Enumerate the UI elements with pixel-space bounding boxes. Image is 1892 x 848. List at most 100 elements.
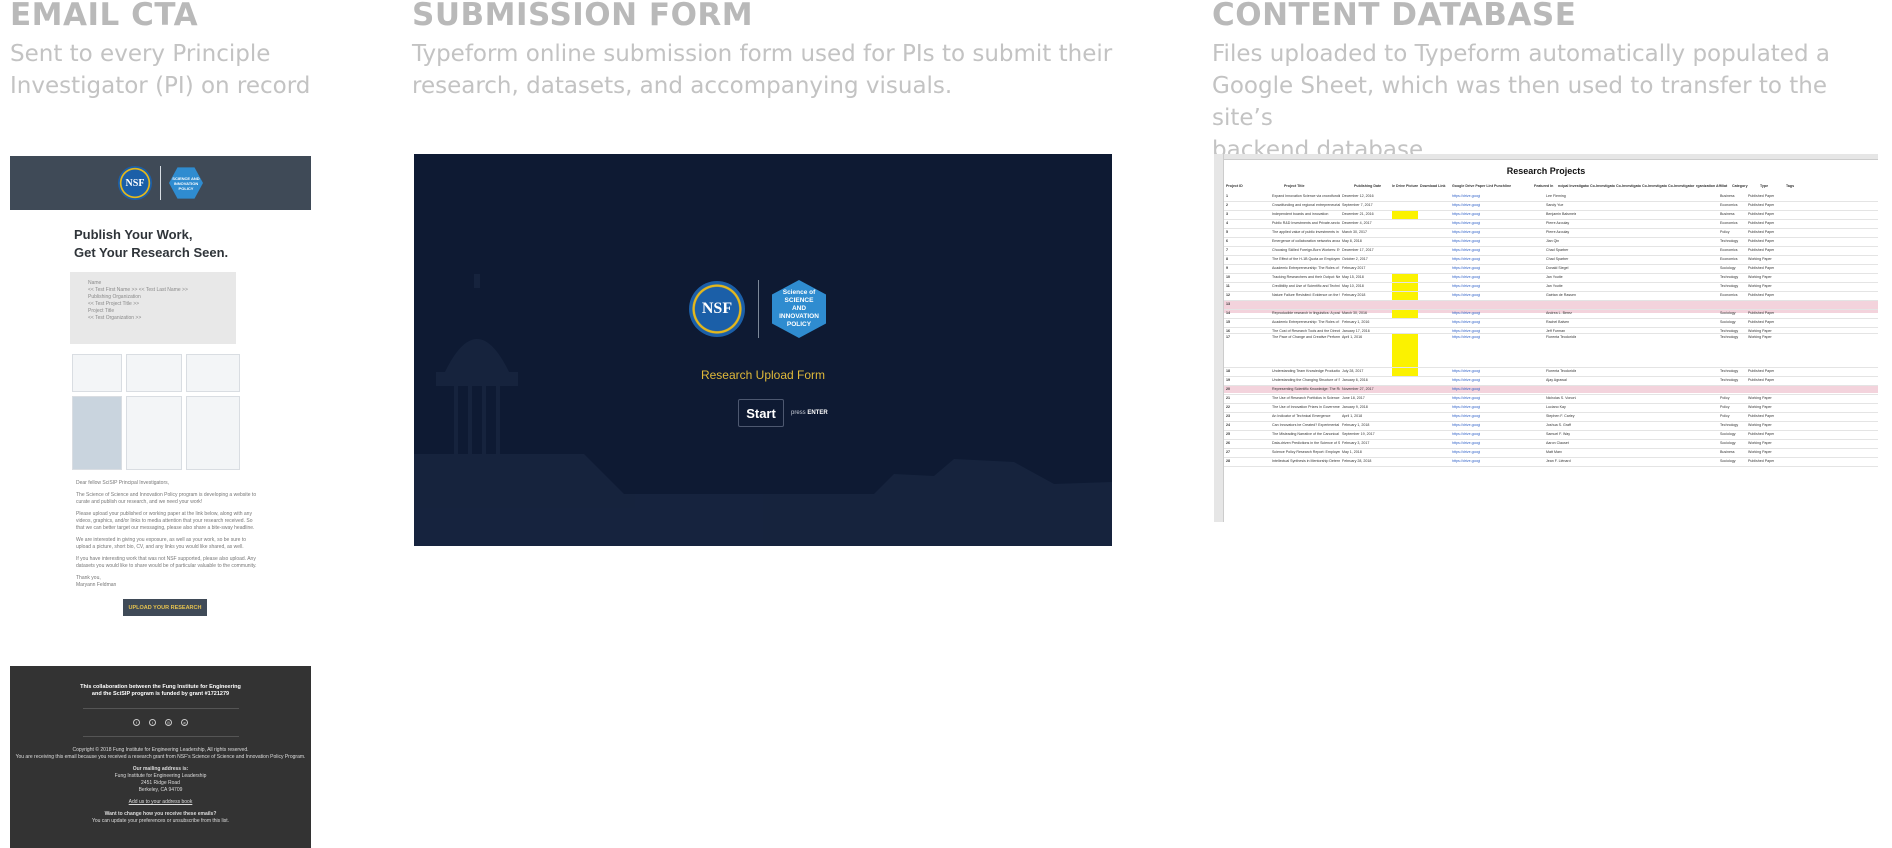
cell-category: Economics	[1720, 248, 1738, 252]
cell-id: 24	[1226, 423, 1230, 427]
address-book-link[interactable]: Add us to your address book	[10, 799, 311, 806]
email-header-bar: NSF SCIENCE AND INNOVATION POLICY	[10, 156, 311, 210]
cell-drive-link[interactable]: https://drive.google.com	[1452, 450, 1480, 454]
row-header-bar	[1214, 154, 1224, 522]
cell-title: Independent boards and innovation	[1272, 212, 1329, 216]
cell-id: 13	[1226, 302, 1230, 306]
cell-drive-link[interactable]: https://drive.google.com	[1452, 221, 1480, 225]
cell-id: 2	[1226, 203, 1228, 207]
cell-category: Technology	[1720, 275, 1739, 279]
cell-date: December 21, 2016	[1342, 212, 1374, 216]
cell-pi: Luciano Kay	[1546, 405, 1566, 409]
cell-drive-link[interactable]: https://drive.google.com	[1452, 320, 1480, 324]
cell-drive-link[interactable]: https://drive.google.com	[1452, 257, 1480, 261]
database-description: Files uploaded to Typeform automatically…	[1212, 41, 1830, 163]
cell-date: September 7, 2017	[1342, 203, 1373, 207]
start-button[interactable]: Start	[738, 399, 784, 427]
cell-category: Sociology	[1720, 459, 1736, 463]
cell-drive-link[interactable]: https://drive.google.com	[1452, 387, 1480, 391]
sheet-column-header: Project ID	[1226, 184, 1243, 188]
cell-category: Sociology	[1720, 441, 1736, 445]
cell-drive-link[interactable]: https://drive.google.com	[1452, 239, 1480, 243]
cell-pi: Sandy Yue	[1546, 203, 1564, 207]
email-preview: NSF SCIENCE AND INNOVATION POLICY Publis…	[10, 156, 311, 848]
cell-pi: Stephen F. Carley	[1546, 414, 1575, 418]
cell-drive-link[interactable]: https://drive.google.com	[1452, 335, 1480, 339]
cell-drive-link[interactable]: https://drive.google.com	[1452, 369, 1480, 373]
cell-drive-link[interactable]: https://drive.google.com	[1452, 212, 1480, 216]
cell-drive-link[interactable]: https://drive.google.com	[1452, 230, 1480, 234]
cell-drive-link[interactable]: https://drive.google.com	[1452, 423, 1480, 427]
row-gridline	[1224, 421, 1878, 422]
upload-research-button[interactable]: UPLOAD YOUR RESEARCH	[123, 599, 207, 616]
cell-category: Economics	[1720, 221, 1738, 225]
cell-drive-link[interactable]: https://drive.google.com	[1452, 405, 1480, 409]
cell-drive-link[interactable]: https://drive.google.com	[1452, 378, 1480, 382]
cell-drive-link[interactable]: https://drive.google.com	[1452, 275, 1480, 279]
cell-pi: Benjamin Balsmeier	[1546, 212, 1576, 216]
cell-drive-link[interactable]: https://drive.google.com	[1452, 459, 1480, 463]
cell-title: The applied value of public investments …	[1272, 230, 1340, 234]
website-icon[interactable]: ⌀	[181, 719, 188, 726]
cell-id: 14	[1226, 311, 1230, 315]
cell-drive-link[interactable]: https://drive.google.com	[1452, 284, 1480, 288]
database-column: CONTENT DATABASE Files uploaded to Typef…	[1212, 0, 1892, 166]
cell-id: 5	[1226, 230, 1228, 234]
cell-date: January 6, 2016	[1342, 378, 1368, 382]
cell-title: The Use of Research Portfolios in Scienc…	[1272, 396, 1340, 400]
cell-drive-link[interactable]: https://drive.google.com	[1452, 396, 1480, 400]
sheet-column-header: Featured In	[1534, 184, 1554, 188]
cell-title: Reproducible research in linguistics: A …	[1272, 311, 1340, 315]
cell-pi: Matt Marx	[1546, 450, 1562, 454]
cell-pi: Ajay Agrawal	[1546, 378, 1567, 382]
facebook-icon[interactable]: f	[133, 719, 140, 726]
cell-type: Published Paper	[1748, 459, 1774, 463]
cell-drive-link[interactable]: https://drive.google.com	[1452, 293, 1480, 297]
cell-id: 18	[1226, 369, 1230, 373]
cell-drive-link[interactable]: https://drive.google.com	[1452, 203, 1480, 207]
email-description: Sent to every Principle Investigator (PI…	[10, 41, 311, 99]
row-gridline	[1224, 255, 1878, 256]
cell-id: 15	[1226, 320, 1230, 324]
cell-category: Policy	[1720, 414, 1730, 418]
cell-pi: Jian Qin	[1546, 239, 1560, 243]
sheet-column-header: rganization Affiliat	[1696, 184, 1728, 188]
cell-type: Published Paper	[1748, 266, 1774, 270]
instagram-icon[interactable]: ◎	[165, 719, 172, 726]
cell-pi: Jan Youtie	[1546, 284, 1563, 288]
cell-title: Credibility and Use of Scientific and Te…	[1272, 284, 1340, 288]
cell-title: The Misleading Narrative of the Canonica…	[1272, 432, 1340, 436]
cell-category: Business	[1720, 450, 1735, 454]
cell-drive-link[interactable]: https://drive.google.com	[1452, 432, 1480, 436]
cell-date: February 1, 2018	[1342, 423, 1370, 427]
cell-title: Understanding the Changing Structure of …	[1272, 378, 1340, 382]
cell-pi: Aaron Clauset	[1546, 441, 1569, 445]
logo-divider	[160, 166, 161, 200]
cell-drive-link[interactable]: https://drive.google.com	[1452, 248, 1480, 252]
twitter-icon[interactable]: t	[149, 719, 156, 726]
cell-drive-link[interactable]: https://drive.google.com	[1452, 414, 1480, 418]
cell-pi: Joshua S. Graff	[1546, 423, 1571, 427]
cell-drive-link[interactable]: https://drive.google.com	[1452, 441, 1480, 445]
cell-date: January 9, 2018	[1342, 405, 1368, 409]
row-gridline	[1224, 457, 1878, 458]
cell-drive-link[interactable]: https://drive.google.com	[1452, 194, 1480, 198]
cell-title: Tracking Researchers and their Output: N…	[1272, 275, 1340, 279]
cell-category: Technology	[1720, 284, 1739, 288]
cell-title: Understanding Team Knowledge Production:…	[1272, 369, 1340, 373]
sheet-column-header: Co-Investigator	[1590, 184, 1615, 188]
cell-date: February 28, 2018	[1342, 459, 1372, 463]
cell-date: March 30, 2016	[1342, 311, 1367, 315]
cell-pi: Florenta Teodoridis	[1546, 369, 1576, 373]
cell-type: Working Paper	[1748, 423, 1772, 427]
row-gridline	[1224, 367, 1878, 368]
cell-type: Working Paper	[1748, 335, 1772, 339]
form-column: SUBMISSION FORM Typeform online submissi…	[412, 0, 1132, 102]
cell-type: Published Paper	[1748, 414, 1774, 418]
preferences-link[interactable]: You can update your preferences or unsub…	[10, 818, 311, 825]
sheet-column-header: ncipal Investigator	[1558, 184, 1589, 188]
cell-drive-link[interactable]: https://drive.google.com	[1452, 266, 1480, 270]
cell-type: Published Paper	[1748, 230, 1774, 234]
cell-drive-link[interactable]: https://drive.google.com	[1452, 311, 1480, 315]
capitol-background	[414, 274, 1112, 546]
